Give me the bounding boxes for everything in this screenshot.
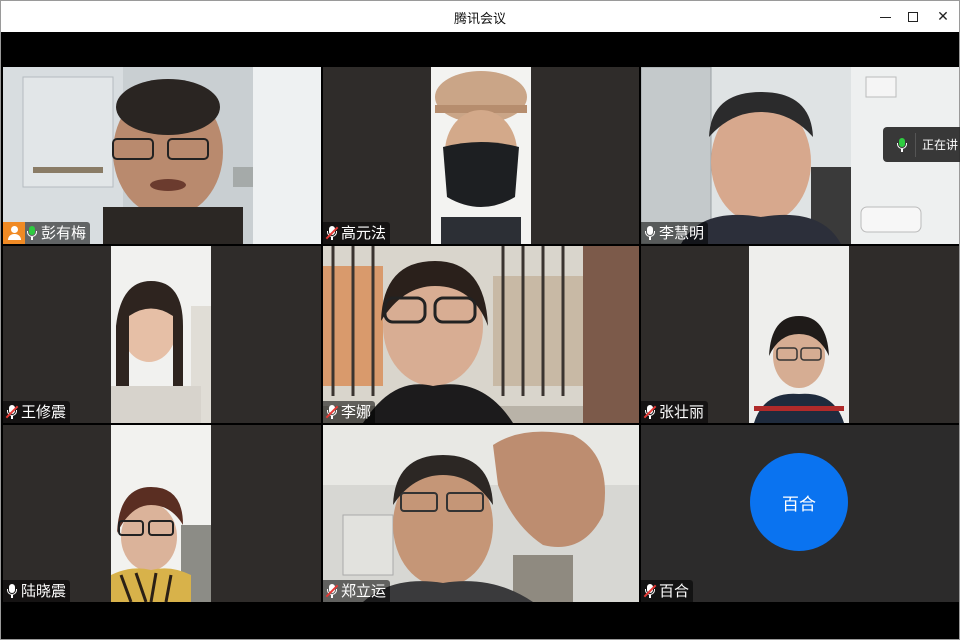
microphone-muted-icon [5, 404, 19, 420]
participant-name: 王修震 [21, 403, 67, 421]
participant-namebar: 郑立运 [323, 580, 391, 602]
microphone-muted-icon [325, 404, 339, 420]
minimize-button[interactable] [873, 5, 897, 29]
participant-namebar: 彭有梅 [3, 222, 91, 244]
participant-namebar: 百合 [641, 580, 694, 602]
microphone-muted-icon [643, 583, 657, 599]
participant-name: 彭有梅 [41, 224, 87, 242]
divider [915, 132, 916, 157]
participant-name: 高元法 [341, 224, 387, 242]
close-button[interactable]: ✕ [931, 5, 955, 29]
participant-name: 百合 [659, 582, 690, 600]
close-icon: ✕ [937, 9, 949, 25]
participant-tile[interactable]: 百合 百合 [641, 425, 959, 602]
participant-video [323, 246, 639, 423]
participant-video [3, 67, 321, 244]
participant-tile[interactable]: 郑立运 [323, 425, 639, 602]
participant-video [431, 67, 531, 244]
microphone-muted-icon [325, 583, 339, 599]
microphone-active-icon [895, 137, 909, 153]
participant-namebar: 李娜 [323, 401, 376, 423]
microphone-icon [5, 583, 19, 599]
participant-video [749, 246, 849, 423]
participant-video [111, 425, 211, 602]
participant-namebar: 王修震 [3, 401, 71, 423]
maximize-button[interactable] [901, 5, 925, 29]
microphone-muted-icon [643, 404, 657, 420]
participant-namebar: 高元法 [323, 222, 391, 244]
participant-video [111, 246, 211, 423]
microphone-muted-icon [325, 225, 339, 241]
participant-namebar: 陆晓震 [3, 580, 71, 602]
maximize-icon [908, 12, 918, 22]
microphone-active-icon [25, 225, 39, 241]
participant-name: 李娜 [341, 403, 372, 421]
participant-tile[interactable]: 高元法 [323, 67, 639, 244]
title-bar: 腾讯会议 ✕ [1, 1, 959, 32]
participant-name: 张壮丽 [659, 403, 705, 421]
participant-video [323, 425, 639, 602]
microphone-icon [643, 225, 657, 241]
meeting-window: 腾讯会议 ✕ 彭有梅 高元法 李慧明 王修震 李娜 张壮丽 陆晓震 郑立运 百合… [0, 0, 960, 640]
participant-namebar: 李慧明 [641, 222, 709, 244]
participant-namebar: 张壮丽 [641, 401, 709, 423]
participant-name: 陆晓震 [21, 582, 67, 600]
participant-tile[interactable]: 李娜 [323, 246, 639, 423]
speaking-indicator[interactable]: 正在讲 [883, 127, 960, 162]
speaking-label: 正在讲 [922, 138, 959, 152]
participant-name: 李慧明 [659, 224, 705, 242]
video-grid: 彭有梅 高元法 李慧明 王修震 李娜 张壮丽 陆晓震 郑立运 百合 百合 [3, 32, 959, 638]
participant-tile[interactable]: 陆晓震 [3, 425, 321, 602]
participant-tile[interactable]: 彭有梅 [3, 67, 321, 244]
host-icon [3, 222, 25, 244]
minimize-icon [879, 16, 891, 18]
avatar: 百合 [750, 453, 848, 551]
participant-name: 郑立运 [341, 582, 387, 600]
window-title: 腾讯会议 [453, 12, 506, 27]
participant-tile[interactable]: 张壮丽 [641, 246, 959, 423]
participant-tile[interactable]: 王修震 [3, 246, 321, 423]
